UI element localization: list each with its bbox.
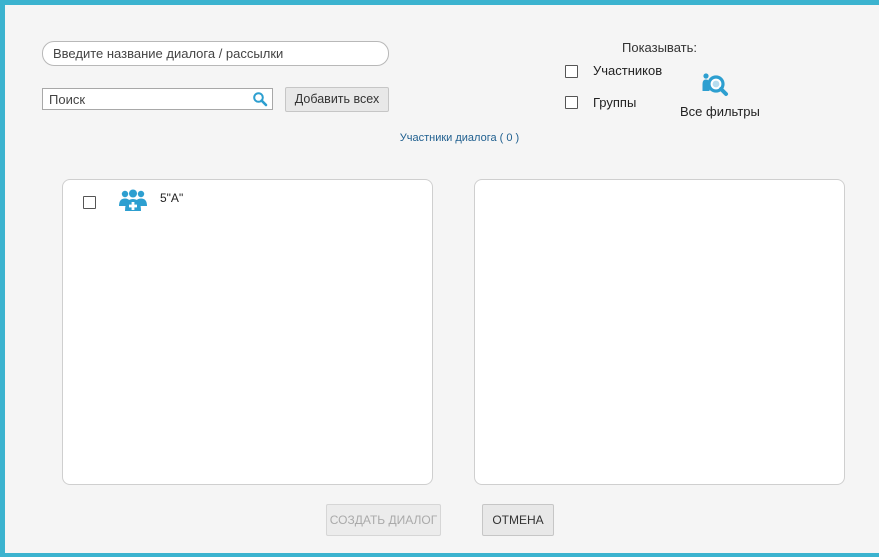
search-box <box>42 88 273 110</box>
add-group-icon <box>119 189 147 211</box>
create-dialog-button[interactable]: СОЗДАТЬ ДИАЛОГ <box>326 504 441 536</box>
all-filters-link[interactable]: Все фильтры <box>680 104 760 119</box>
filter-search-icon[interactable] <box>701 72 729 98</box>
show-participants-label: Участников <box>593 63 663 78</box>
show-groups-checkbox[interactable] <box>565 96 578 109</box>
add-all-button[interactable]: Добавить всех <box>285 87 389 112</box>
show-groups-label: Группы <box>593 95 637 110</box>
participants-count: Участники диалога ( 0 ) <box>399 132 520 144</box>
dialog-name-input[interactable] <box>42 41 389 66</box>
item-checkbox[interactable] <box>83 196 96 209</box>
search-icon[interactable] <box>252 91 268 107</box>
selected-list-panel <box>474 179 845 485</box>
show-title: Показывать: <box>622 40 697 55</box>
available-list-panel: 5"А" <box>62 179 433 485</box>
cancel-button[interactable]: ОТМЕНА <box>482 504 554 536</box>
show-participants-checkbox[interactable] <box>565 65 578 78</box>
item-label: 5"А" <box>160 191 184 205</box>
list-item[interactable]: 5"А" <box>63 180 432 216</box>
dialog-window: Добавить всех Показывать: Участников Гру… <box>0 0 879 557</box>
search-input[interactable] <box>43 89 255 109</box>
